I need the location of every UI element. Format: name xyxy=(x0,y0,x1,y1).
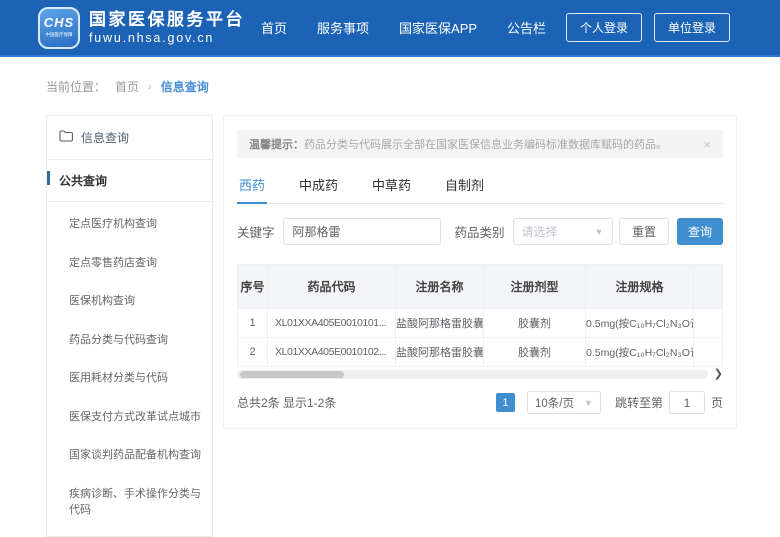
sidebar-item-7[interactable]: 国家谈判药品配备机构查询 xyxy=(47,436,212,475)
site-title: 国家医保服务平台 xyxy=(89,10,245,30)
column-header-2: 药品代码 xyxy=(268,265,396,309)
nav-item-bulletin[interactable]: 公告栏 xyxy=(507,18,546,37)
scrollbar-track[interactable] xyxy=(237,370,708,379)
site-url: fuwu.nhsa.gov.cn xyxy=(89,31,245,45)
sidebar-item-6[interactable]: 医保支付方式改革试点城市 xyxy=(47,398,212,437)
sidebar-item-8[interactable]: 疾病诊断、手术操作分类与代码 xyxy=(47,475,212,530)
page-size-value: 10条/页 xyxy=(535,395,574,411)
site-title-block: 国家医保服务平台 fuwu.nhsa.gov.cn xyxy=(89,10,245,46)
personal-login-button[interactable]: 个人登录 xyxy=(566,13,642,42)
column-header-5: 注册规格 xyxy=(586,265,694,309)
table-row: 1XL01XXA405E0010101...盐酸阿那格雷胶囊胶囊剂0.5mg(按… xyxy=(238,309,723,338)
table-cell: XL01XXA405E0010101... xyxy=(268,309,396,338)
unit-login-button[interactable]: 单位登录 xyxy=(654,13,730,42)
table-cell xyxy=(694,338,723,367)
search-button[interactable]: 查询 xyxy=(677,218,723,245)
breadcrumb-current: 信息查询 xyxy=(161,78,209,95)
notice-body: 药品分类与代码展示全部在国家医保信息业务编码标准数据库赋码的药品。 xyxy=(304,139,667,151)
sidebar-item-4[interactable]: 药品分类与代码查询 xyxy=(47,321,212,360)
logo-subtext: 中国医疗保障 xyxy=(46,32,73,37)
table-header-row: 序号药品代码注册名称注册剂型注册规格 xyxy=(238,265,723,309)
tab-self-prepared[interactable]: 自制剂 xyxy=(443,171,486,203)
table-cell: 盐酸阿那格雷胶囊 xyxy=(396,338,484,367)
column-header-1: 序号 xyxy=(238,265,268,309)
jump-page-input[interactable] xyxy=(669,391,705,414)
notice-text: 温馨提示：药品分类与代码展示全部在国家医保信息业务编码标准数据库赋码的药品。 xyxy=(249,136,695,152)
horizontal-scrollbar: ❯ xyxy=(237,369,723,380)
site-logo[interactable]: CHS 中国医疗保障 xyxy=(38,7,80,49)
scrollbar-thumb[interactable] xyxy=(240,371,344,378)
breadcrumb-home[interactable]: 首页 xyxy=(115,78,139,95)
table-cell: 胶囊剂 xyxy=(484,309,586,338)
page-size-select[interactable]: 10条/页 ▼ xyxy=(527,391,601,414)
keyword-label: 关键字 xyxy=(237,222,275,241)
category-label: 药品类别 xyxy=(455,222,505,241)
main-panel: 温馨提示：药品分类与代码展示全部在国家医保信息业务编码标准数据库赋码的药品。 ×… xyxy=(223,115,737,429)
tab-western-medicine[interactable]: 西药 xyxy=(237,171,267,204)
site-header: CHS 中国医疗保障 国家医保服务平台 fuwu.nhsa.gov.cn 首页 服… xyxy=(0,0,780,57)
close-icon[interactable]: × xyxy=(703,138,711,151)
login-buttons: 个人登录单位登录 xyxy=(566,13,730,42)
page-button-1[interactable]: 1 xyxy=(496,393,515,412)
nav-item-home[interactable]: 首页 xyxy=(261,18,287,37)
pagination-bar: 总共2条 显示1-2条 1 10条/页 ▼ 跳转至第 页 xyxy=(237,391,723,414)
filter-bar: 关键字 药品类别 请选择 ▼ 重置 查询 xyxy=(237,218,723,245)
jump-suffix: 页 xyxy=(711,394,723,411)
column-header-4: 注册剂型 xyxy=(484,265,586,309)
table-cell: 0.5mg(按C₁₀H₇Cl₂N₃O计) xyxy=(586,338,694,367)
sidebar-list: 定点医疗机构查询定点零售药店查询医保机构查询药品分类与代码查询医用耗材分类与代码… xyxy=(47,202,212,536)
nav-item-service-items[interactable]: 服务事项 xyxy=(317,18,369,37)
sidebar-item-2[interactable]: 定点零售药店查询 xyxy=(47,244,212,283)
sidebar-item-3[interactable]: 医保机构查询 xyxy=(47,282,212,321)
table-cell: 0.5mg(按C₁₀H₇Cl₂N₃O计) xyxy=(586,309,694,338)
table-cell xyxy=(694,309,723,338)
sidebar-group-public-query[interactable]: 公共查询 xyxy=(47,160,212,202)
page: CHS 中国医疗保障 国家医保服务平台 fuwu.nhsa.gov.cn 首页 服… xyxy=(0,0,780,418)
main-nav: 首页 服务事项 国家医保APP 公告栏 xyxy=(261,18,546,37)
table-row: 2XL01XXA405E0010102...盐酸阿那格雷胶囊胶囊剂0.5mg(按… xyxy=(238,338,723,367)
column-header-clipped xyxy=(694,265,723,309)
tab-chinese-patent-medicine[interactable]: 中成药 xyxy=(297,171,340,203)
category-select[interactable]: 请选择 ▼ xyxy=(513,218,613,245)
notice-banner: 温馨提示：药品分类与代码展示全部在国家医保信息业务编码标准数据库赋码的药品。 × xyxy=(237,130,723,158)
notice-prefix: 温馨提示： xyxy=(249,139,304,151)
table-cell: 2 xyxy=(238,338,268,367)
page-jump: 跳转至第 页 xyxy=(615,391,723,414)
jump-prefix: 跳转至第 xyxy=(615,394,663,411)
sidebar: 信息查询 公共查询 定点医疗机构查询定点零售药店查询医保机构查询药品分类与代码查… xyxy=(46,115,213,537)
breadcrumb-prefix: 当前位置： xyxy=(46,78,106,95)
sidebar-section-label: 信息查询 xyxy=(81,129,129,146)
logo-text: CHS xyxy=(44,16,74,29)
chevron-down-icon: ▼ xyxy=(595,227,604,237)
table-cell: XL01XXA405E0010102... xyxy=(268,338,396,367)
breadcrumb-separator-icon: › xyxy=(148,81,152,93)
content: 信息查询 公共查询 定点医疗机构查询定点零售药店查询医保机构查询药品分类与代码查… xyxy=(46,115,737,537)
tab-chinese-herbal-medicine[interactable]: 中草药 xyxy=(370,171,413,203)
table-cell: 1 xyxy=(238,309,268,338)
category-placeholder: 请选择 xyxy=(522,223,558,240)
keyword-input[interactable] xyxy=(283,218,441,245)
table-cell: 胶囊剂 xyxy=(484,338,586,367)
reset-button[interactable]: 重置 xyxy=(619,218,669,245)
breadcrumb: 当前位置： 首页 › 信息查询 xyxy=(46,78,780,95)
sidebar-item-5[interactable]: 医用耗材分类与代码 xyxy=(47,359,212,398)
chevron-down-icon: ▼ xyxy=(584,398,593,408)
drug-table: 序号药品代码注册名称注册剂型注册规格 1XL01XXA405E0010101..… xyxy=(237,264,723,380)
folder-icon xyxy=(59,130,73,145)
pagination-total: 总共2条 显示1-2条 xyxy=(237,394,336,411)
table-cell: 盐酸阿那格雷胶囊 xyxy=(396,309,484,338)
scroll-right-icon[interactable]: ❯ xyxy=(714,369,723,380)
tab-bar: 西药中成药中草药自制剂 xyxy=(237,171,723,204)
sidebar-item-1[interactable]: 定点医疗机构查询 xyxy=(47,205,212,244)
nav-item-nhsa-app[interactable]: 国家医保APP xyxy=(399,18,477,37)
sidebar-section-header[interactable]: 信息查询 xyxy=(47,116,212,160)
column-header-3: 注册名称 xyxy=(396,265,484,309)
